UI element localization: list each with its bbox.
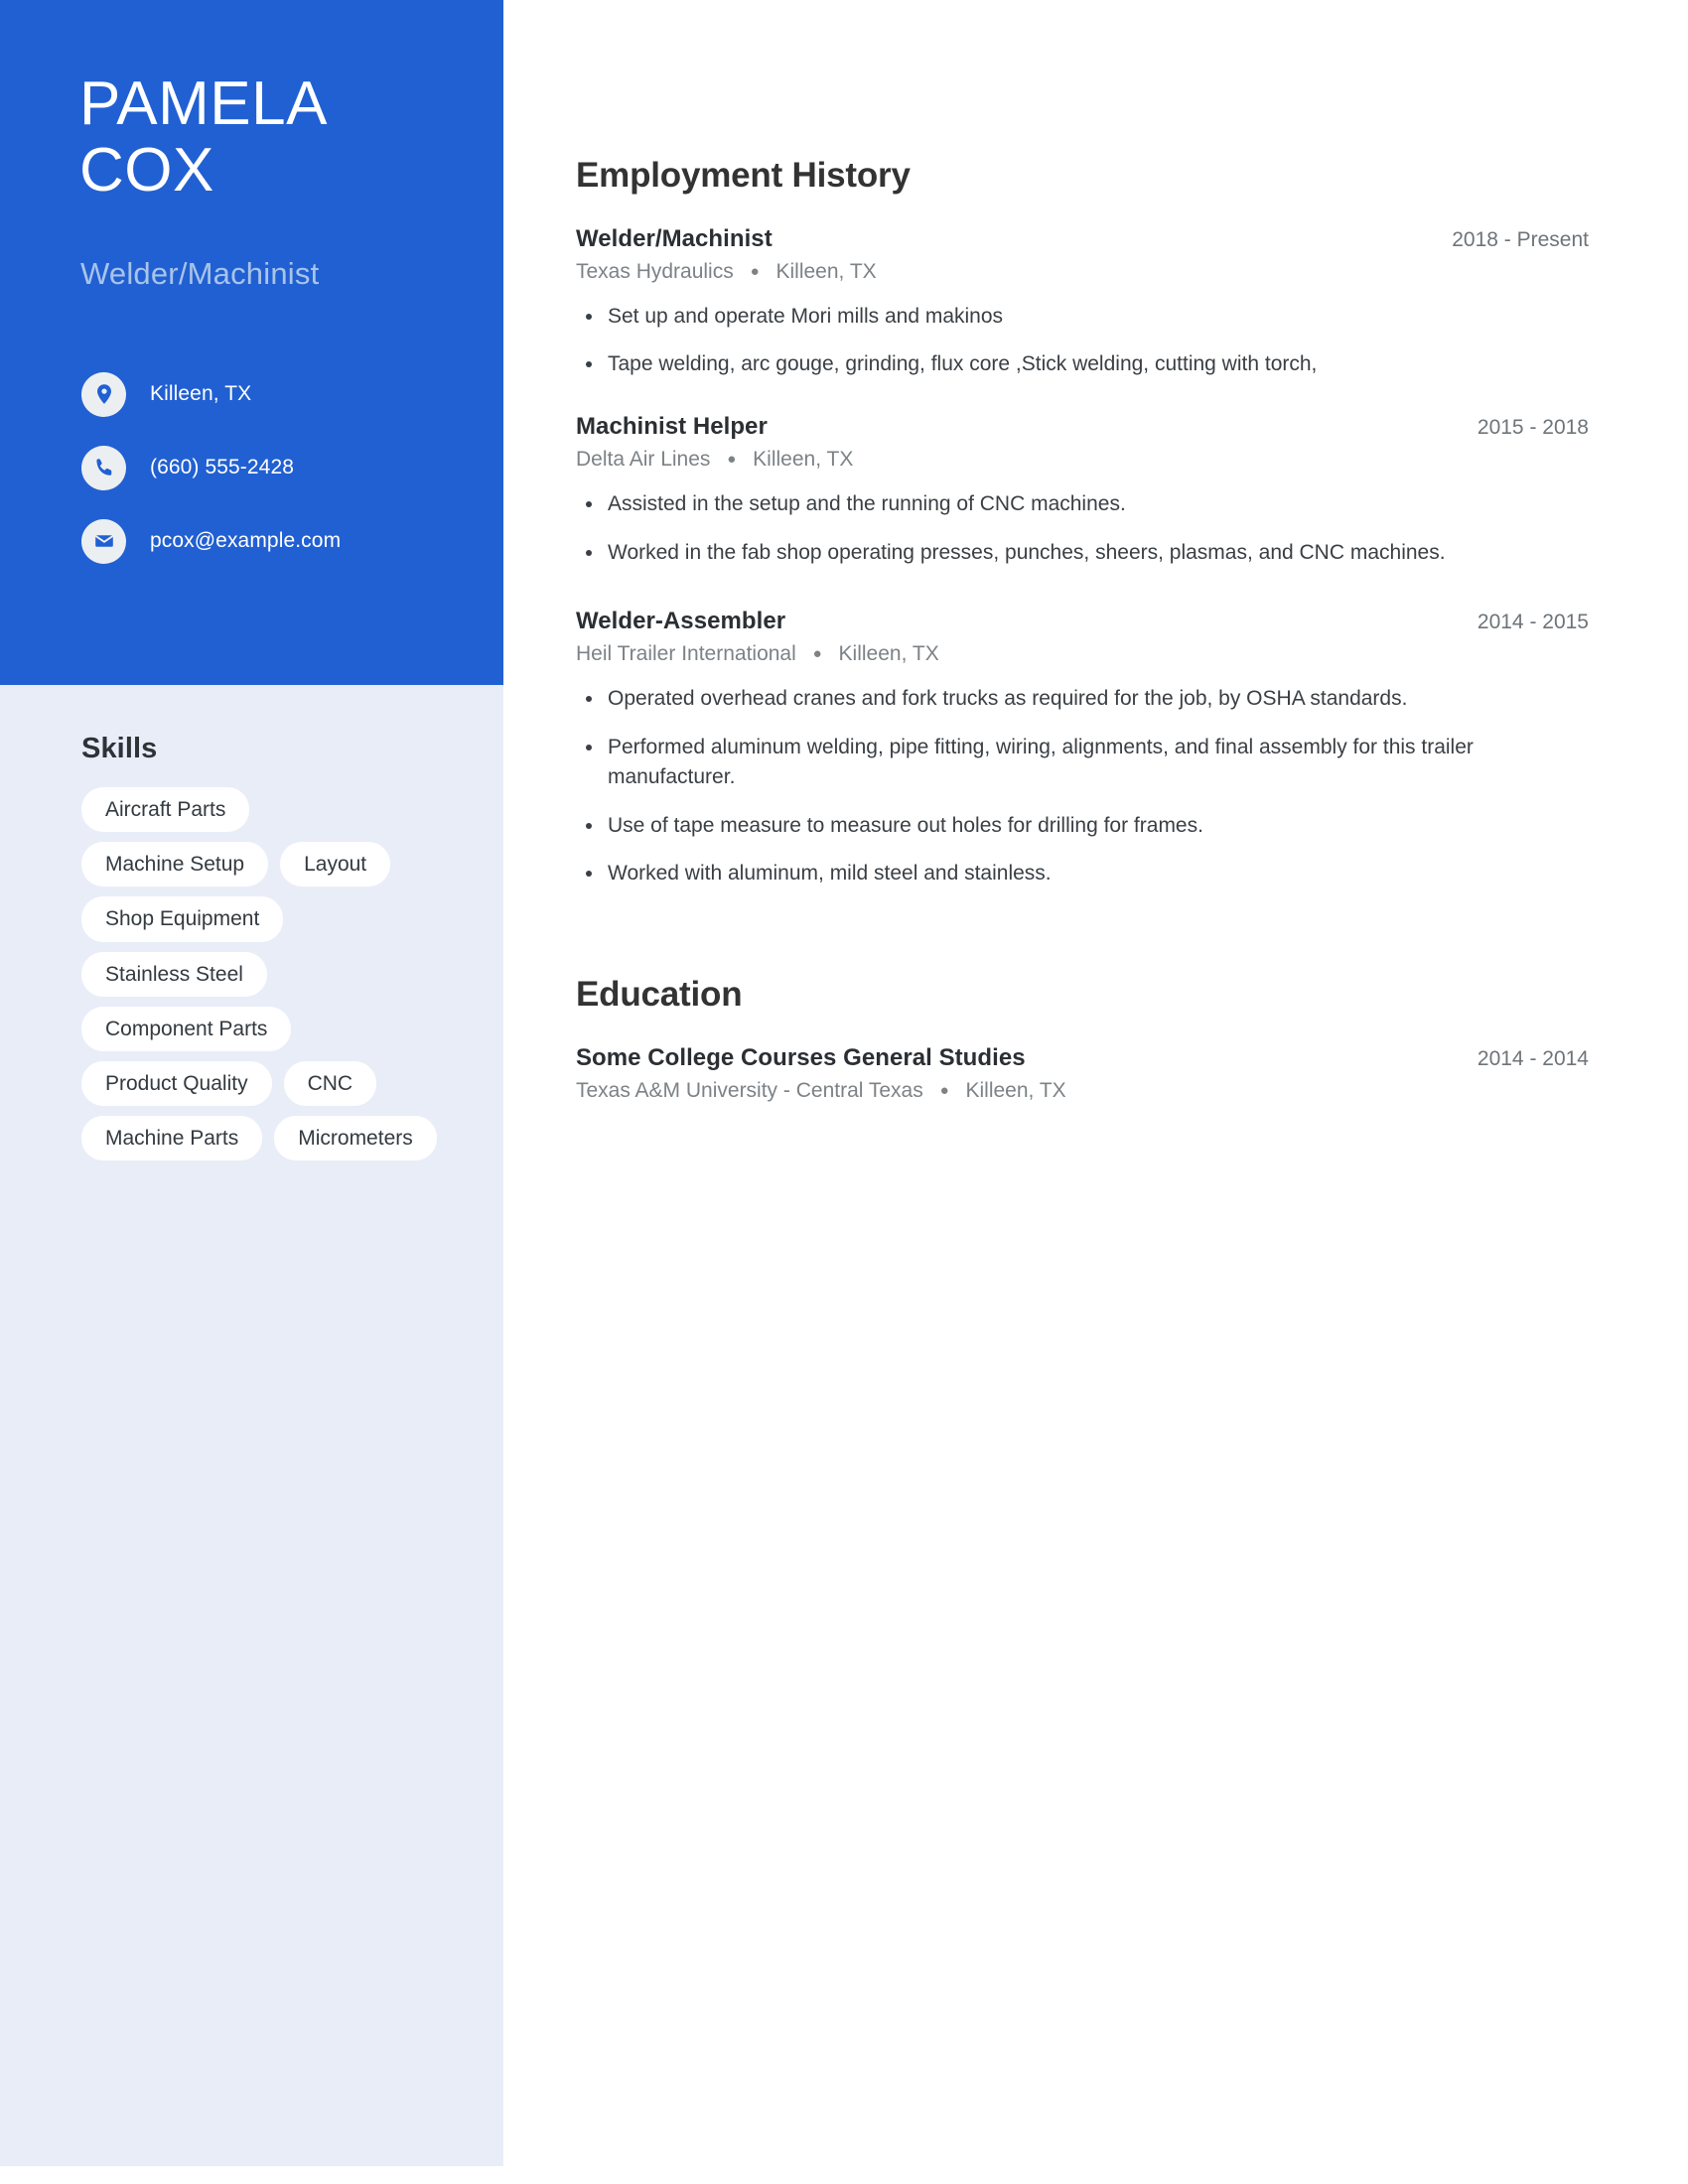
entry-header: Some College Courses General Studies 201… xyxy=(576,1044,1589,1072)
entry-subtitle: Heil Trailer International ● Killeen, TX xyxy=(576,642,1589,666)
entry-role: Machinist Helper xyxy=(576,413,768,441)
entry-location: Killeen, TX xyxy=(965,1078,1066,1102)
entry-subtitle: Texas A&M University - Central Texas ● K… xyxy=(576,1079,1589,1103)
employment-history-section: Employment History Welder/Machinist 2018… xyxy=(576,156,1589,888)
bullet-item: Performed aluminum welding, pipe fitting… xyxy=(576,733,1499,793)
entry-header: Welder/Machinist 2018 - Present xyxy=(576,225,1589,253)
education-title: Education xyxy=(576,975,743,1015)
entry-degree: Some College Courses General Studies xyxy=(576,1043,1026,1071)
candidate-name: PAMELA COX xyxy=(79,69,477,205)
entry-company: Delta Air Lines xyxy=(576,448,711,472)
entry-header: Machinist Helper 2015 - 2018 xyxy=(576,413,1589,441)
skills-section: Skills Aircraft Parts Machine Setup Layo… xyxy=(81,733,459,1161)
separator-dot-icon: ● xyxy=(727,451,737,469)
bullet-item: Use of tape measure to measure out holes… xyxy=(576,811,1589,841)
entry-role: Welder/Machinist xyxy=(576,224,773,252)
entry-dates: 2018 - Present xyxy=(1452,227,1589,251)
bullet-item: Set up and operate Mori mills and makino… xyxy=(576,302,1589,332)
entry-bullets: Operated overhead cranes and fork trucks… xyxy=(576,684,1589,888)
skill-tag: Component Parts xyxy=(81,1006,292,1051)
education-section: Education Some College Courses General S… xyxy=(576,976,1589,1103)
location-pin-icon xyxy=(81,371,126,417)
entry-header: Welder-Assembler 2014 - 2015 xyxy=(576,608,1589,635)
separator-dot-icon: ● xyxy=(750,262,760,280)
contact-row-location: Killeen, TX xyxy=(81,357,479,431)
main-content: Employment History Welder/Machinist 2018… xyxy=(576,0,1589,1103)
skill-tag: Shop Equipment xyxy=(81,896,284,942)
skill-tag: CNC xyxy=(283,1060,377,1107)
skills-heading: Skills xyxy=(81,733,158,764)
education-entry: Some College Courses General Studies 201… xyxy=(576,1044,1589,1103)
bullet-item: Assisted in the setup and the running of… xyxy=(576,489,1589,519)
candidate-job-title: Welder/Machinist xyxy=(80,256,320,291)
contact-list: Killeen, TX (660) 555-2428 pcox@example.… xyxy=(81,357,479,578)
employment-entry: Welder/Machinist 2018 - Present Texas Hy… xyxy=(576,225,1589,380)
bullet-item: Operated overhead cranes and fork trucks… xyxy=(576,684,1589,714)
entry-school: Texas A&M University - Central Texas xyxy=(576,1078,923,1102)
name-line-first: PAMELA xyxy=(79,69,328,138)
entry-role: Welder-Assembler xyxy=(576,608,786,635)
skill-tag: Aircraft Parts xyxy=(81,787,250,833)
sidebar: PAMELA COX Welder/Machinist Killeen, TX xyxy=(0,0,503,2166)
entry-bullets: Set up and operate Mori mills and makino… xyxy=(576,302,1589,380)
skill-tag-list: Aircraft Parts Machine Setup Layout Shop… xyxy=(81,787,439,1161)
entry-location: Killeen, TX xyxy=(838,642,939,666)
skill-tag: Machine Parts xyxy=(81,1116,263,1161)
contact-location-text: Killeen, TX xyxy=(150,382,252,405)
entry-location: Killeen, TX xyxy=(753,448,854,472)
entry-subtitle: Delta Air Lines ● Killeen, TX xyxy=(576,448,1589,472)
separator-dot-icon: ● xyxy=(812,645,822,663)
employment-history-title: Employment History xyxy=(576,156,911,195)
bullet-item: Tape welding, arc gouge, grinding, flux … xyxy=(576,349,1589,379)
skill-tag: Layout xyxy=(280,842,391,887)
contact-row-email: pcox@example.com xyxy=(81,504,479,578)
skill-tag: Micrometers xyxy=(274,1116,437,1161)
skill-tag: Machine Setup xyxy=(81,842,269,887)
entry-company: Heil Trailer International xyxy=(576,642,796,666)
skill-tag: Stainless Steel xyxy=(81,951,267,997)
entry-dates: 2014 - 2014 xyxy=(1477,1046,1589,1070)
skill-tag: Product Quality xyxy=(81,1060,272,1107)
employment-entry: Welder-Assembler 2014 - 2015 Heil Traile… xyxy=(576,608,1589,888)
contact-phone-text: (660) 555-2428 xyxy=(150,456,295,478)
separator-dot-icon: ● xyxy=(939,1081,949,1099)
envelope-icon xyxy=(81,518,126,564)
entry-subtitle: Texas Hydraulics ● Killeen, TX xyxy=(576,260,1589,284)
bullet-item: Worked with aluminum, mild steel and sta… xyxy=(576,859,1589,888)
name-line-last: COX xyxy=(79,135,214,205)
phone-icon xyxy=(81,445,126,490)
contact-email-text: pcox@example.com xyxy=(150,529,342,552)
contact-row-phone: (660) 555-2428 xyxy=(81,431,479,504)
entry-company: Texas Hydraulics xyxy=(576,259,734,283)
entry-bullets: Assisted in the setup and the running of… xyxy=(576,489,1589,568)
resume-page: PAMELA COX Welder/Machinist Killeen, TX xyxy=(0,0,1688,2184)
entry-dates: 2014 - 2015 xyxy=(1477,611,1589,634)
bullet-item: Worked in the fab shop operating presses… xyxy=(576,538,1589,568)
entry-dates: 2015 - 2018 xyxy=(1477,416,1589,440)
employment-entry: Machinist Helper 2015 - 2018 Delta Air L… xyxy=(576,413,1589,568)
entry-location: Killeen, TX xyxy=(775,259,877,283)
